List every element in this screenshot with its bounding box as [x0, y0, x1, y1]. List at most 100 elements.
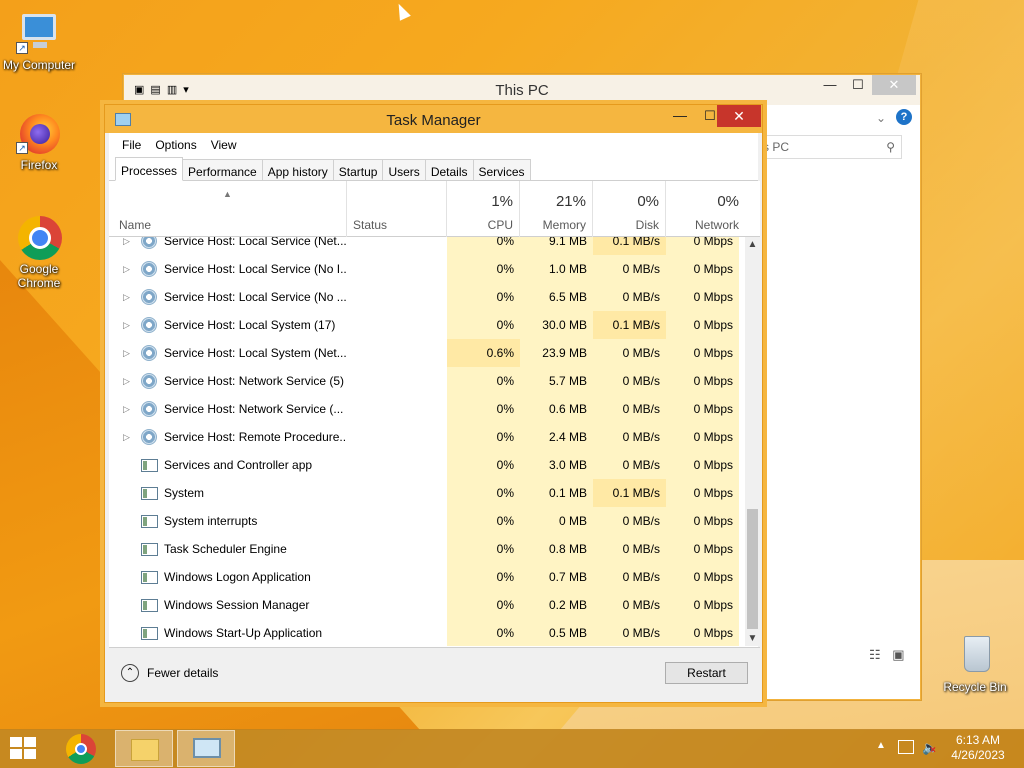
desktop-icon-label: Google Chrome	[17, 262, 61, 290]
tab-startup[interactable]: Startup	[332, 159, 384, 180]
taskbar: ▲ 🔈 × 6:13 AM 4/26/2023	[0, 729, 1024, 768]
process-row[interactable]: ▷ Service Host: Local System (Net... 0.6% 2…	[109, 339, 745, 367]
expand-arrow-icon[interactable]: ▷	[123, 311, 133, 339]
process-memory-cell: 0.7 MB	[520, 563, 593, 591]
mouse-cursor-icon	[393, 1, 411, 21]
expand-arrow-icon[interactable]: ▷	[123, 339, 133, 367]
column-header-disk[interactable]: 0% Disk	[593, 181, 666, 237]
column-header-name[interactable]: ▲ Name	[109, 181, 347, 237]
menu-file[interactable]: File	[115, 133, 148, 157]
process-row[interactable]: System interrupts 0% 0 MB 0 MB/s 0 Mbps	[109, 507, 745, 535]
service-gear-icon	[141, 289, 157, 305]
process-name-cell: System interrupts	[109, 507, 347, 535]
process-row[interactable]: ▷ Service Host: Network Service (5) 0% 5.7 …	[109, 367, 745, 395]
process-network-cell: 0 Mbps	[666, 339, 739, 367]
task-manager-window[interactable]: Task Manager — ☐ ✕ File Options View Pro…	[104, 104, 763, 703]
process-row[interactable]: ▷ Service Host: Local System (17) 0% 30.0 M…	[109, 311, 745, 339]
taskbar-chrome[interactable]	[52, 730, 110, 767]
tab-performance[interactable]: Performance	[182, 159, 263, 180]
expand-arrow-icon[interactable]: ▷	[123, 423, 133, 451]
process-status-cell	[347, 451, 447, 479]
process-memory-cell: 2.4 MB	[520, 423, 593, 451]
scroll-down-arrow-icon[interactable]: ▼	[745, 631, 760, 646]
show-hidden-icons-icon[interactable]: ▲	[876, 740, 886, 751]
network-icon[interactable]	[898, 740, 914, 754]
process-cpu-cell: 0%	[447, 563, 520, 591]
close-button[interactable]: ✕	[872, 75, 916, 95]
process-name-cell: ▷ Service Host: Local System (Net...	[109, 339, 347, 367]
desktop-icon-recycle-bin[interactable]: Recycle Bin	[935, 632, 1015, 694]
process-disk-cell: 0 MB/s	[593, 423, 666, 451]
process-cpu-cell: 0%	[447, 451, 520, 479]
process-status-cell	[347, 237, 447, 255]
taskbar-clock[interactable]: 6:13 AM 4/26/2023	[944, 733, 1012, 763]
service-gear-icon	[141, 345, 157, 361]
expand-arrow-icon[interactable]: ▷	[123, 367, 133, 395]
vertical-scrollbar[interactable]: ▲ ▼	[745, 237, 760, 646]
process-row[interactable]: Windows Start-Up Application 0% 0.5 MB 0 MB…	[109, 619, 745, 646]
column-header-network[interactable]: 0% Network	[666, 181, 760, 237]
process-row[interactable]: ▷ Service Host: Network Service (... 0% 0.6…	[109, 395, 745, 423]
taskbar-task-manager[interactable]	[177, 730, 235, 767]
process-row[interactable]: Windows Logon Application 0% 0.7 MB 0 MB/s 0…	[109, 563, 745, 591]
process-disk-cell: 0 MB/s	[593, 255, 666, 283]
process-network-cell: 0 Mbps	[666, 367, 739, 395]
chevron-down-icon[interactable]: ⌄	[876, 111, 886, 125]
process-row[interactable]: Services and Controller app 0% 3.0 MB 0 MB/…	[109, 451, 745, 479]
column-header-cpu[interactable]: 1% CPU	[447, 181, 520, 237]
expand-arrow-icon[interactable]: ▷	[123, 237, 133, 255]
tab-details[interactable]: Details	[424, 159, 474, 180]
process-name: Windows Logon Application	[164, 570, 311, 584]
task-manager-titlebar[interactable]: Task Manager — ☐ ✕	[105, 105, 762, 133]
expand-arrow-icon[interactable]: ▷	[123, 255, 133, 283]
service-gear-icon	[141, 401, 157, 417]
tab-bar: Processes Performance App history Startu…	[109, 157, 758, 181]
process-name: Windows Start-Up Application	[164, 626, 323, 640]
scrollbar-thumb[interactable]	[747, 509, 758, 629]
process-status-cell	[347, 339, 447, 367]
close-button[interactable]: ✕	[717, 105, 761, 127]
desktop-icon-firefox[interactable]: ↗ Firefox	[0, 110, 79, 172]
column-header-memory[interactable]: 21% Memory	[520, 181, 593, 237]
explorer-titlebar[interactable]: ▣ ▤ ▥ ▾ This PC — ☐ ✕	[124, 75, 920, 105]
scroll-up-arrow-icon[interactable]: ▲	[745, 237, 760, 252]
fewer-details-button[interactable]: ⌃ Fewer details	[121, 664, 218, 682]
task-manager-content: File Options View Processes Performance …	[109, 133, 760, 700]
process-row[interactable]: Task Scheduler Engine 0% 0.8 MB 0 MB/s 0 Mbp…	[109, 535, 745, 563]
tab-processes[interactable]: Processes	[115, 157, 184, 181]
process-row[interactable]: ▷ Service Host: Local Service (No I... 0% 1…	[109, 255, 745, 283]
process-row[interactable]: ▷ Service Host: Local Service (Net... 0% 9.…	[109, 237, 745, 255]
column-header-status[interactable]: Status	[347, 181, 447, 237]
process-memory-cell: 0 MB	[520, 507, 593, 535]
taskbar-file-explorer[interactable]	[115, 730, 173, 767]
menu-view[interactable]: View	[204, 133, 244, 157]
help-icon[interactable]: ?	[896, 109, 912, 125]
large-icons-view-icon[interactable]: ▣	[892, 647, 904, 662]
start-button[interactable]	[8, 737, 38, 761]
task-manager-title: Task Manager	[386, 112, 481, 129]
process-cpu-cell: 0%	[447, 507, 520, 535]
tab-services[interactable]: Services	[472, 159, 531, 180]
process-name: Service Host: Local System (17)	[164, 318, 336, 332]
process-row[interactable]: ▷ Service Host: Remote Procedure... 0% 2.4 …	[109, 423, 745, 451]
search-input[interactable]: s PC ⚲	[756, 135, 902, 159]
process-row[interactable]: ▷ Service Host: Local Service (No ... 0% 6.…	[109, 283, 745, 311]
process-cpu-cell: 0%	[447, 423, 520, 451]
tab-app-history[interactable]: App history	[261, 159, 334, 180]
process-disk-cell: 0 MB/s	[593, 591, 666, 619]
process-row[interactable]: Windows Session Manager 0% 0.2 MB 0 MB/s 0 M…	[109, 591, 745, 619]
details-view-icon[interactable]: ☷	[869, 647, 881, 662]
process-memory-cell: 30.0 MB	[520, 311, 593, 339]
desktop-icon-my-computer[interactable]: ↗ My Computer	[0, 10, 79, 72]
minimize-button[interactable]: —	[665, 105, 695, 127]
tab-users[interactable]: Users	[382, 159, 426, 180]
desktop-icon-google-chrome[interactable]: Google Chrome	[0, 214, 79, 290]
menu-options[interactable]: Options	[148, 133, 203, 157]
process-cpu-cell: 0%	[447, 479, 520, 507]
process-memory-cell: 0.5 MB	[520, 619, 593, 646]
expand-arrow-icon[interactable]: ▷	[123, 283, 133, 311]
process-network-cell: 0 Mbps	[666, 507, 739, 535]
process-row[interactable]: System 0% 0.1 MB 0.1 MB/s 0 Mbps	[109, 479, 745, 507]
restart-button[interactable]: Restart	[665, 662, 748, 684]
expand-arrow-icon[interactable]: ▷	[123, 395, 133, 423]
